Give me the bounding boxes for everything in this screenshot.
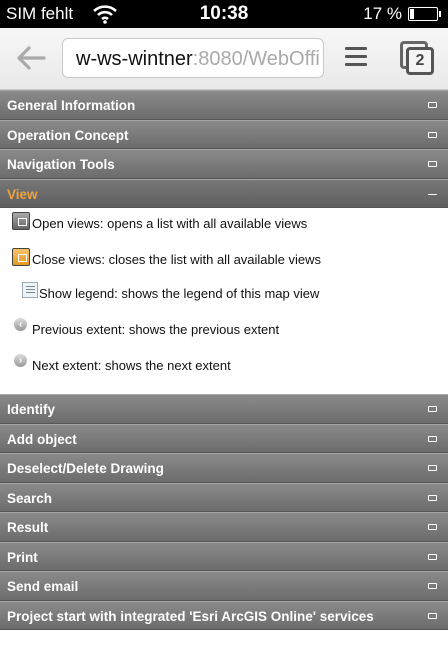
tabs-button[interactable]: 2	[400, 41, 434, 75]
expand-icon[interactable]	[428, 494, 437, 501]
section-title: Send email	[7, 579, 79, 594]
list-item-text: Next extent: shows the next extent	[32, 358, 231, 373]
battery-percentage: 17 %	[363, 4, 402, 23]
expand-icon[interactable]	[428, 612, 437, 619]
battery-icon	[408, 7, 441, 21]
back-arrow-icon[interactable]	[14, 43, 48, 73]
hamburger-menu-icon[interactable]	[345, 47, 367, 69]
help-accordion: General Information Operation Concept Navi…	[0, 90, 448, 630]
expand-icon[interactable]	[428, 553, 437, 560]
section-header-print[interactable]: Print	[0, 541, 448, 571]
section-header-navigation-tools[interactable]: Navigation Tools	[0, 149, 448, 179]
next-extent-icon: ›	[14, 354, 27, 367]
collapse-icon[interactable]	[428, 193, 437, 195]
section-header-operation-concept[interactable]: Operation Concept	[0, 119, 448, 149]
expand-icon[interactable]	[428, 583, 437, 589]
list-item-text: Show legend: shows the legend of this ma…	[39, 286, 320, 301]
expand-icon[interactable]	[428, 524, 437, 530]
open-views-icon	[12, 212, 30, 230]
section-title: Identify	[7, 402, 56, 417]
close-views-icon	[12, 248, 30, 266]
expand-icon[interactable]	[428, 102, 437, 108]
section-header-project-start-with-integrated-esri-arcgis-online-services[interactable]: Project start with integrated 'Esri ArcG…	[0, 600, 448, 630]
section-title: Add object	[7, 431, 77, 447]
expand-icon[interactable]	[428, 161, 437, 167]
section-header-general-information[interactable]: General Information	[0, 90, 448, 120]
previous-extent-icon: ‹	[14, 318, 27, 331]
section-title: General Information	[7, 98, 136, 113]
battery-fill	[410, 9, 414, 19]
url-path: :8080/WebOffi	[192, 48, 320, 70]
section-header-result[interactable]: Result	[0, 512, 448, 542]
section-header-search[interactable]: Search	[0, 482, 448, 512]
list-item-text: Close views: closes the list with all av…	[32, 252, 322, 267]
section-title: Deselect/Delete Drawing	[7, 461, 164, 476]
expand-icon[interactable]	[428, 435, 437, 442]
url-host: w-ws-wintner	[76, 48, 193, 70]
section-title: Operation Concept	[7, 127, 129, 143]
section-title: View	[7, 186, 38, 202]
section-header-view[interactable]: View	[0, 178, 448, 208]
legend-icon	[22, 282, 38, 298]
section-title: Print	[7, 549, 38, 565]
expand-icon[interactable]	[428, 406, 437, 412]
list-item-text: Previous extent: shows the previous exte…	[32, 322, 280, 337]
address-bar[interactable]: w-ws-wintner:8080/WebOffi	[62, 38, 324, 78]
list-item-text: Open views: opens a list with all availa…	[32, 216, 308, 231]
section-title: Search	[7, 490, 53, 506]
expand-icon[interactable]	[428, 131, 437, 138]
section-header-identify[interactable]: Identify	[0, 394, 448, 424]
section-title: Result	[7, 520, 49, 535]
section-title: Navigation Tools	[7, 157, 115, 172]
browser-toolbar: w-ws-wintner:8080/WebOffi 2	[0, 28, 448, 90]
expand-icon[interactable]	[428, 465, 437, 471]
status-bar: SIM fehlt 10:38 17 %	[0, 0, 448, 28]
section-header-add-object[interactable]: Add object	[0, 423, 448, 453]
section-header-deselect-delete-drawing[interactable]: Deselect/Delete Drawing	[0, 453, 448, 483]
tab-count: 2	[406, 47, 434, 75]
section-header-send-email[interactable]: Send email	[0, 571, 448, 601]
section-title: Project start with integrated 'Esri ArcG…	[7, 608, 374, 624]
view-section-content: Open views: opens a list with all availa…	[0, 208, 448, 394]
